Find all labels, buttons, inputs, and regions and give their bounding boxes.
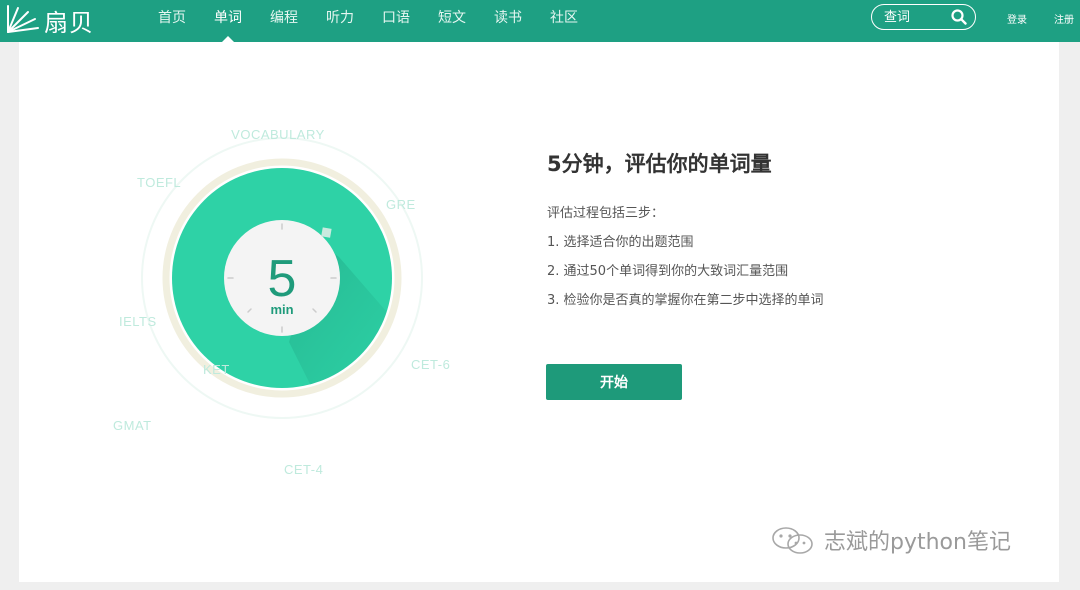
- timer-unit: min: [270, 302, 293, 317]
- exam-label-cet4: CET-4: [284, 462, 323, 477]
- nav-item-programming[interactable]: 编程: [256, 0, 312, 36]
- nav-item-speaking[interactable]: 口语: [368, 0, 424, 36]
- nav-item-reading[interactable]: 读书: [480, 0, 536, 36]
- exam-label-ielts: IELTS: [119, 314, 157, 329]
- main-nav: 首页 单词 编程 听力 口语 短文 读书 社区: [144, 0, 592, 42]
- start-button[interactable]: 开始: [546, 364, 682, 400]
- exam-label-cet6: CET-6: [411, 357, 450, 372]
- step-item: 1. 选择适合你的出题范围: [547, 235, 694, 250]
- steps-intro: 评估过程包括三步：: [547, 206, 665, 221]
- top-navigation-bar: 扇贝 首页 单词 编程 听力 口语 短文 读书 社区 登录 注册: [0, 0, 1080, 42]
- watermark-text: 志斌的python笔记: [824, 530, 1011, 555]
- shanbay-logo[interactable]: 扇贝: [4, 0, 104, 37]
- exam-label-ket: KET: [203, 362, 230, 377]
- nav-item-listening[interactable]: 听力: [312, 0, 368, 36]
- step-item: 2. 通过50个单词得到你的大致词汇量范围: [547, 264, 789, 279]
- intro-title: 5分钟，评估你的单词量: [547, 152, 772, 176]
- content-panel: 5 min VOCABULARY GRE CET-6 CET-4 GMAT IE…: [19, 42, 1059, 582]
- exam-label-gre: GRE: [386, 197, 416, 212]
- step-item: 3. 检验你是否真的掌握你在第二步中选择的单词: [547, 293, 824, 308]
- nav-item-home[interactable]: 首页: [144, 0, 200, 36]
- wechat-icon: [772, 527, 813, 554]
- exam-label-gmat: GMAT: [113, 418, 152, 433]
- register-link[interactable]: 注册: [1054, 11, 1074, 26]
- clock-marker: [321, 227, 332, 238]
- search-box: [871, 4, 976, 30]
- exam-label-vocabulary: VOCABULARY: [231, 127, 325, 142]
- fan-logo-icon: [7, 5, 39, 33]
- nav-item-community[interactable]: 社区: [536, 0, 592, 36]
- logo-text: 扇贝: [44, 9, 94, 37]
- nav-item-words[interactable]: 单词: [200, 0, 256, 42]
- vocabulary-timer-illustration: 5 min VOCABULARY GRE CET-6 CET-4 GMAT IE…: [113, 127, 450, 477]
- search-input[interactable]: [884, 8, 950, 26]
- login-link[interactable]: 登录: [1007, 11, 1027, 26]
- exam-label-toefl: TOEFL: [137, 175, 181, 190]
- search-icon[interactable]: [951, 9, 967, 25]
- nav-item-articles[interactable]: 短文: [424, 0, 480, 36]
- timer-number: 5: [268, 250, 297, 308]
